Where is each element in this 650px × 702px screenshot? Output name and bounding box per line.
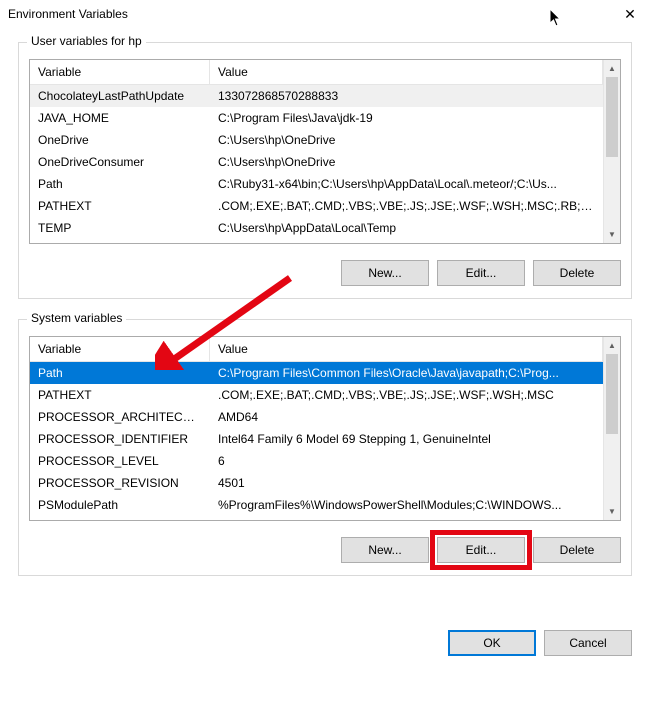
table-row[interactable]: OneDriveC:\Users\hp\OneDrive bbox=[30, 129, 603, 151]
close-button[interactable]: ✕ bbox=[610, 0, 650, 28]
dialog-footer: OK Cancel bbox=[0, 630, 650, 656]
table-row[interactable]: TEMPC:\Users\hp\AppData\Local\Temp bbox=[30, 217, 603, 239]
cell-value: C:\Program Files\Java\jdk-19 bbox=[210, 108, 603, 128]
cell-variable: OneDriveConsumer bbox=[30, 152, 210, 172]
edit-highlight-annotation: Edit... bbox=[433, 533, 529, 567]
table-row[interactable]: OneDriveConsumerC:\Users\hp\OneDrive bbox=[30, 151, 603, 173]
user-new-button[interactable]: New... bbox=[341, 260, 429, 286]
scroll-up-icon[interactable]: ▲ bbox=[604, 337, 620, 354]
cell-variable: PROCESSOR_LEVEL bbox=[30, 451, 210, 471]
cell-value: C:\Users\hp\OneDrive bbox=[210, 152, 603, 172]
cell-variable: PROCESSOR_REVISION bbox=[30, 473, 210, 493]
table-row[interactable]: PROCESSOR_ARCHITECTU...AMD64 bbox=[30, 406, 603, 428]
cell-value: C:\Users\hp\OneDrive bbox=[210, 130, 603, 150]
user-button-row: New... Edit... Delete bbox=[29, 260, 621, 286]
user-variables-table[interactable]: Variable Value ChocolateyLastPathUpdate1… bbox=[29, 59, 621, 244]
system-variables-group: System variables Variable Value PathC:\P… bbox=[18, 319, 632, 576]
cell-variable: PATHEXT bbox=[30, 196, 210, 216]
scroll-track[interactable] bbox=[604, 77, 620, 226]
cell-value: %ProgramFiles%\WindowsPowerShell\Modules… bbox=[210, 495, 603, 515]
cell-value: .COM;.EXE;.BAT;.CMD;.VBS;.VBE;.JS;.JSE;.… bbox=[210, 196, 603, 216]
cell-value: AMD64 bbox=[210, 407, 603, 427]
scroll-up-icon[interactable]: ▲ bbox=[604, 60, 620, 77]
system-scrollbar[interactable]: ▲ ▼ bbox=[603, 337, 620, 520]
table-row[interactable]: PSModulePath%ProgramFiles%\WindowsPowerS… bbox=[30, 494, 603, 516]
table-row[interactable]: PROCESSOR_IDENTIFIERIntel64 Family 6 Mod… bbox=[30, 428, 603, 450]
cell-variable: OneDrive bbox=[30, 130, 210, 150]
cell-value: Intel64 Family 6 Model 69 Stepping 1, Ge… bbox=[210, 429, 603, 449]
table-row[interactable]: PROCESSOR_LEVEL6 bbox=[30, 450, 603, 472]
cell-value: C:\Program Files\Common Files\Oracle\Jav… bbox=[210, 363, 603, 383]
cell-variable: PSModulePath bbox=[30, 495, 210, 515]
titlebar: Environment Variables ✕ bbox=[0, 0, 650, 28]
table-header: Variable Value bbox=[30, 337, 603, 362]
user-group-label: User variables for hp bbox=[27, 34, 146, 48]
table-row[interactable]: JAVA_HOMEC:\Program Files\Java\jdk-19 bbox=[30, 107, 603, 129]
cell-variable: JAVA_HOME bbox=[30, 108, 210, 128]
cell-variable: Path bbox=[30, 174, 210, 194]
cell-value: .COM;.EXE;.BAT;.CMD;.VBS;.VBE;.JS;.JSE;.… bbox=[210, 385, 603, 405]
scroll-down-icon[interactable]: ▼ bbox=[604, 503, 620, 520]
cell-value: C:\Users\hp\AppData\Local\Temp bbox=[210, 218, 603, 238]
window-title: Environment Variables bbox=[8, 7, 128, 21]
table-row[interactable]: PathC:\Program Files\Common Files\Oracle… bbox=[30, 362, 603, 384]
table-row[interactable]: ChocolateyLastPathUpdate1330728685702888… bbox=[30, 85, 603, 107]
table-row[interactable]: PATHEXT.COM;.EXE;.BAT;.CMD;.VBS;.VBE;.JS… bbox=[30, 384, 603, 406]
cell-value: 6 bbox=[210, 451, 603, 471]
cell-value: 133072868570288833 bbox=[210, 86, 603, 106]
system-group-label: System variables bbox=[27, 311, 126, 325]
cell-variable: ChocolateyLastPathUpdate bbox=[30, 86, 210, 106]
table-row[interactable]: PATHEXT.COM;.EXE;.BAT;.CMD;.VBS;.VBE;.JS… bbox=[30, 195, 603, 217]
cell-variable: PROCESSOR_IDENTIFIER bbox=[30, 429, 210, 449]
close-icon: ✕ bbox=[624, 6, 636, 23]
cell-variable: Path bbox=[30, 363, 210, 383]
column-header-value[interactable]: Value bbox=[210, 60, 603, 84]
scroll-thumb[interactable] bbox=[606, 354, 618, 434]
cancel-button[interactable]: Cancel bbox=[544, 630, 632, 656]
cell-value: C:\Ruby31-x64\bin;C:\Users\hp\AppData\Lo… bbox=[210, 174, 603, 194]
user-delete-button[interactable]: Delete bbox=[533, 260, 621, 286]
ok-button[interactable]: OK bbox=[448, 630, 536, 656]
cell-variable: TEMP bbox=[30, 218, 210, 238]
column-header-variable[interactable]: Variable bbox=[30, 337, 210, 361]
system-variables-table[interactable]: Variable Value PathC:\Program Files\Comm… bbox=[29, 336, 621, 521]
user-scrollbar[interactable]: ▲ ▼ bbox=[603, 60, 620, 243]
table-row[interactable]: PathC:\Ruby31-x64\bin;C:\Users\hp\AppDat… bbox=[30, 173, 603, 195]
cell-value: 4501 bbox=[210, 473, 603, 493]
cell-variable: PATHEXT bbox=[30, 385, 210, 405]
scroll-track[interactable] bbox=[604, 354, 620, 503]
user-edit-button[interactable]: Edit... bbox=[437, 260, 525, 286]
system-edit-button[interactable]: Edit... bbox=[437, 537, 525, 563]
scroll-down-icon[interactable]: ▼ bbox=[604, 226, 620, 243]
cell-variable: PROCESSOR_ARCHITECTU... bbox=[30, 407, 210, 427]
system-button-row: New... Edit... Delete bbox=[29, 537, 621, 563]
table-row[interactable]: PROCESSOR_REVISION4501 bbox=[30, 472, 603, 494]
system-new-button[interactable]: New... bbox=[341, 537, 429, 563]
user-variables-group: User variables for hp Variable Value Cho… bbox=[18, 42, 632, 299]
scroll-thumb[interactable] bbox=[606, 77, 618, 157]
column-header-value[interactable]: Value bbox=[210, 337, 603, 361]
column-header-variable[interactable]: Variable bbox=[30, 60, 210, 84]
system-delete-button[interactable]: Delete bbox=[533, 537, 621, 563]
table-header: Variable Value bbox=[30, 60, 603, 85]
